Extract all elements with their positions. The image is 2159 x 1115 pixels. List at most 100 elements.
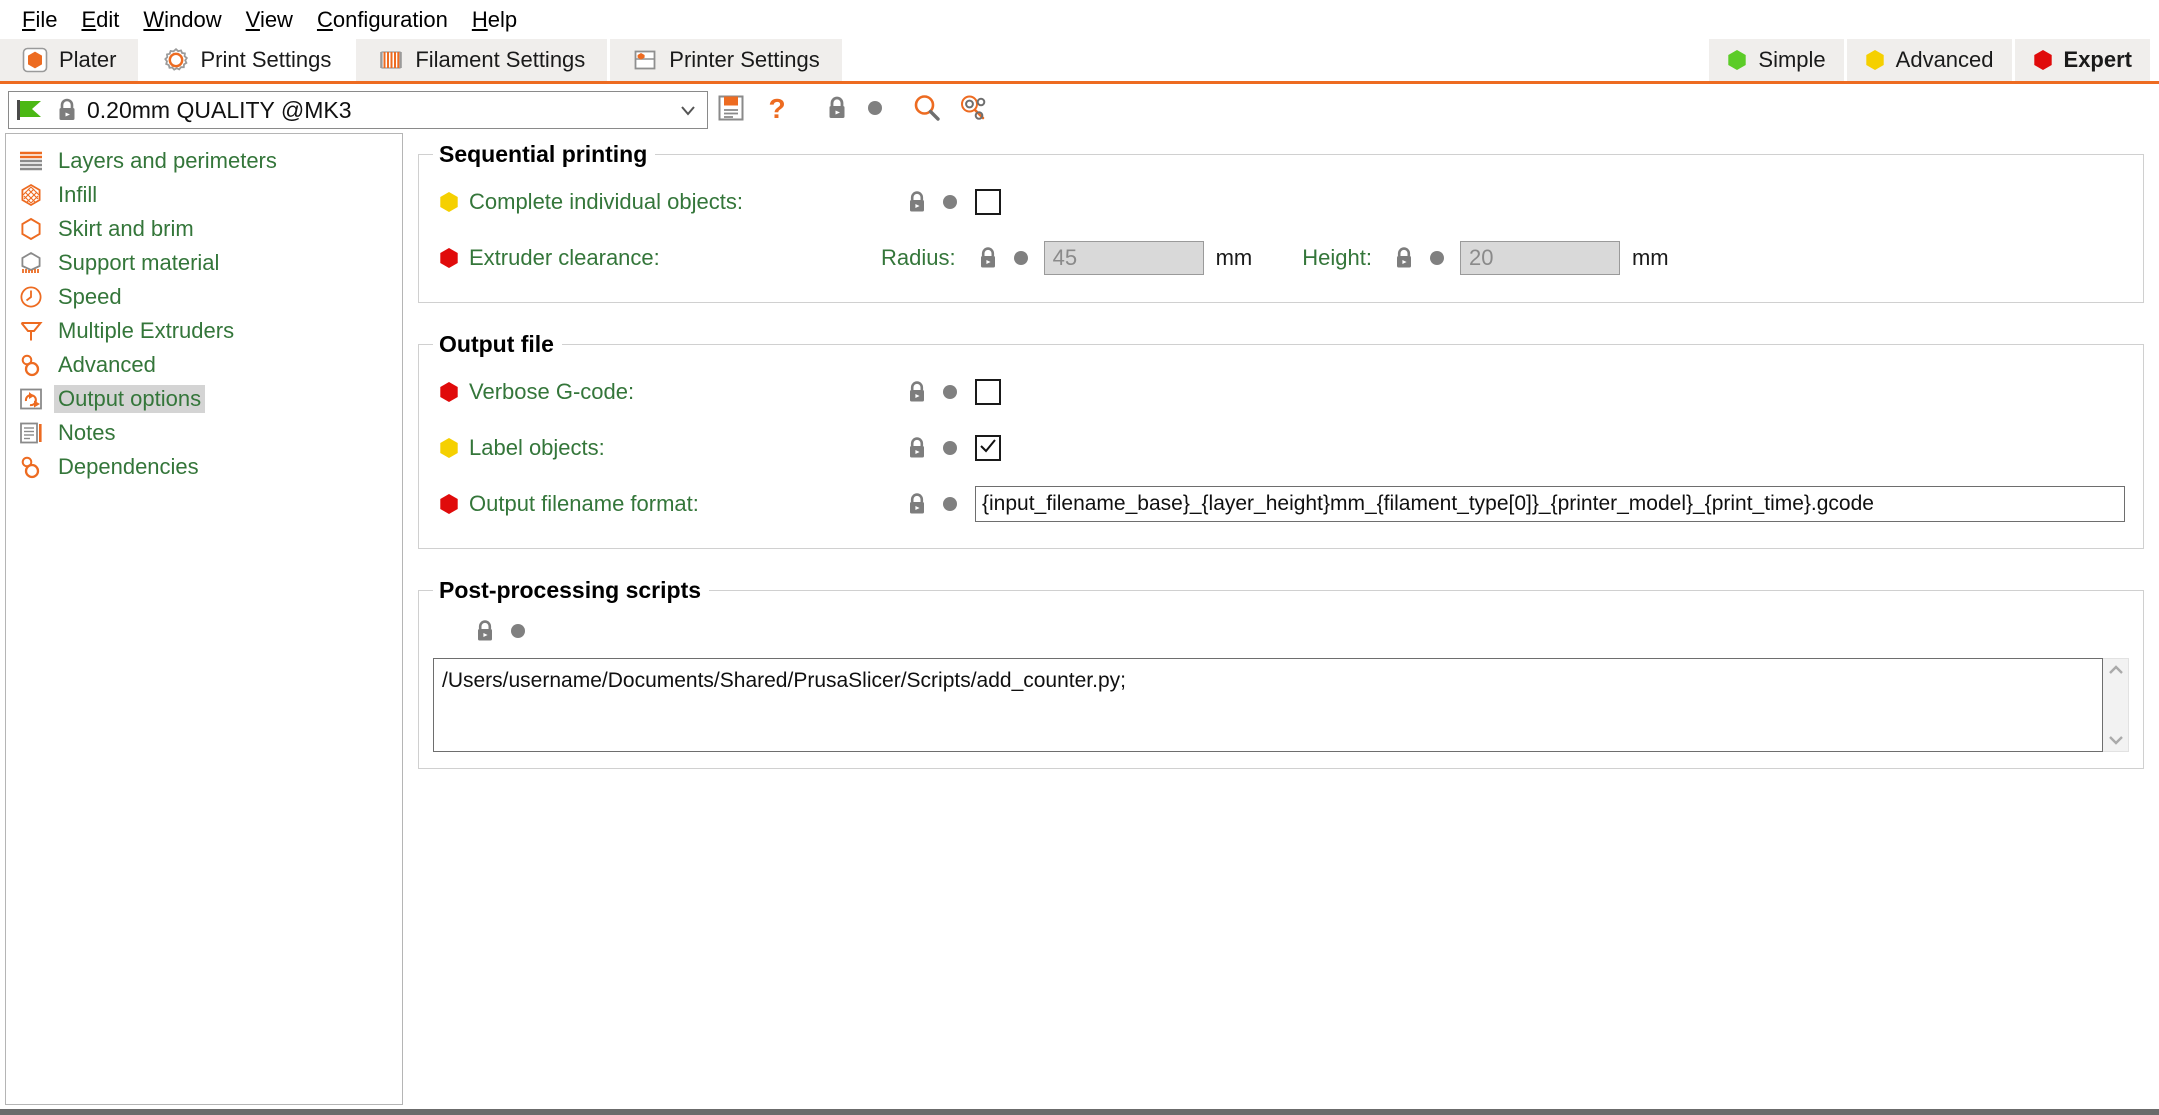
- support-material-icon: [18, 250, 44, 276]
- lock-closed-icon[interactable]: [905, 189, 929, 215]
- sidebar-item-skirt-and-brim[interactable]: Skirt and brim: [6, 212, 402, 246]
- option-label: Extruder clearance:: [469, 245, 660, 270]
- revert-dot-icon: [867, 100, 883, 121]
- sidebar-item-layers-and-perimeters[interactable]: Layers and perimeters: [6, 144, 402, 178]
- extruder-clearance-radius-input[interactable]: [1043, 241, 1204, 275]
- help-button[interactable]: ?: [754, 90, 800, 130]
- lock-revert-group: [1392, 245, 1444, 271]
- save-preset-button[interactable]: [708, 90, 754, 130]
- sidebar-item-notes[interactable]: Notes: [6, 416, 402, 450]
- menu-item-configuration[interactable]: Configuration: [305, 5, 460, 35]
- lock-closed-icon: [825, 94, 849, 127]
- menu-label: indow: [164, 6, 222, 32]
- dependencies-cogs-icon: [18, 454, 44, 480]
- option-row-extruder-clearance: Extruder clearance: Radius: mm Height:: [433, 230, 2129, 286]
- lock-closed-icon[interactable]: [1392, 245, 1416, 271]
- red-hexagon-icon: [439, 381, 459, 403]
- revert-dot-icon[interactable]: [943, 385, 957, 399]
- lock-closed-icon[interactable]: [473, 618, 497, 644]
- radius-label: Radius:: [881, 245, 956, 270]
- sidebar-item-dependencies[interactable]: Dependencies: [6, 450, 402, 484]
- menu-item-view[interactable]: View: [234, 5, 305, 35]
- checkbox-label-objects[interactable]: [975, 435, 1001, 461]
- checkbox-verbose-gcode[interactable]: [975, 379, 1001, 405]
- tab-plater[interactable]: Plater: [0, 39, 142, 81]
- sidebar-item-label: Support material: [58, 250, 220, 275]
- option-row-verbose-gcode: Verbose G-code:: [433, 364, 2129, 420]
- menu-mnemonic: F: [22, 6, 36, 32]
- preset-lock-button[interactable]: [814, 90, 860, 130]
- lock-revert-group: [905, 189, 957, 215]
- mode-expert[interactable]: Expert: [2014, 39, 2153, 81]
- notes-icon: [18, 420, 44, 446]
- sidebar-item-speed[interactable]: Speed: [6, 280, 402, 314]
- preset-combobox[interactable]: 0.20mm QUALITY @MK3: [8, 91, 708, 129]
- menu-label: onfiguration: [332, 6, 448, 32]
- search-magnifier-icon: [911, 92, 943, 129]
- tab-filament-settings[interactable]: Filament Settings: [356, 39, 611, 81]
- preset-revert-button[interactable]: [860, 90, 890, 130]
- extruder-clearance-height-input[interactable]: [1459, 241, 1620, 275]
- sidebar-item-label: Output options: [54, 385, 206, 413]
- mode-simple[interactable]: Simple: [1709, 39, 1847, 81]
- plater-icon: [22, 47, 48, 73]
- menu-item-edit[interactable]: Edit: [69, 5, 131, 35]
- menu-item-file[interactable]: File: [10, 5, 69, 35]
- tab-label: Printer Settings: [669, 47, 820, 72]
- revert-dot-icon[interactable]: [943, 441, 957, 455]
- menu-label: elp: [487, 6, 518, 32]
- sidebar-item-support-material[interactable]: Support material: [6, 246, 402, 280]
- red-hexagon-icon: [439, 493, 459, 515]
- menu-item-help[interactable]: Help: [460, 5, 529, 35]
- lock-revert-group: [905, 491, 957, 517]
- chevron-up-icon[interactable]: [2107, 663, 2125, 677]
- layers-icon: [18, 148, 44, 174]
- option-label: Output filename format:: [469, 491, 699, 516]
- lock-closed-icon[interactable]: [905, 379, 929, 405]
- print-settings-gear-icon: [163, 47, 189, 73]
- option-row-output-filename-format: Output filename format:: [433, 476, 2129, 532]
- chevron-down-icon[interactable]: [677, 99, 699, 121]
- checkbox-complete-individual-objects[interactable]: [975, 189, 1001, 215]
- sidebar-item-advanced[interactable]: Advanced: [6, 348, 402, 382]
- option-label-wrap: Extruder clearance:: [433, 245, 863, 271]
- chevron-down-icon[interactable]: [2107, 733, 2125, 747]
- mode-advanced[interactable]: Advanced: [1846, 39, 2015, 81]
- sidebar-item-infill[interactable]: Infill: [6, 178, 402, 212]
- revert-dot-icon[interactable]: [943, 195, 957, 209]
- menu-mnemonic: H: [471, 6, 488, 32]
- textarea-scrollbar[interactable]: [2103, 658, 2129, 752]
- settings-tree-sidebar[interactable]: Layers and perimeters Infill Skirt and b…: [5, 133, 403, 1105]
- menu-label: iew: [259, 6, 293, 32]
- menu-item-window[interactable]: Window: [131, 5, 233, 35]
- option-label-wrap: Verbose G-code:: [433, 379, 863, 405]
- lock-closed-icon[interactable]: [905, 491, 929, 517]
- revert-dot-icon[interactable]: [943, 497, 957, 511]
- lock-closed-icon[interactable]: [976, 245, 1000, 271]
- output-filename-format-input[interactable]: [975, 486, 2125, 522]
- red-hexagon-icon: [2033, 49, 2053, 71]
- revert-dot-icon[interactable]: [1429, 251, 1444, 265]
- option-label-wrap: Complete individual objects:: [433, 189, 863, 215]
- compare-presets-icon: [957, 92, 989, 129]
- search-button[interactable]: [904, 90, 950, 130]
- compare-presets-button[interactable]: [950, 90, 996, 130]
- sidebar-item-label: Infill: [58, 182, 98, 207]
- tab-print-settings[interactable]: Print Settings: [141, 39, 357, 84]
- menu-mnemonic: V: [245, 6, 260, 32]
- post-processing-scripts-textarea[interactable]: [433, 658, 2103, 752]
- sidebar-item-label: Skirt and brim: [58, 216, 194, 241]
- sidebar-item-label: Advanced: [58, 352, 156, 377]
- sidebar-item-multiple-extruders[interactable]: Multiple Extruders: [6, 314, 402, 348]
- sidebar-item-output-options[interactable]: Output options: [6, 382, 402, 416]
- lock-closed-icon[interactable]: [905, 435, 929, 461]
- tab-printer-settings[interactable]: Printer Settings: [610, 39, 845, 81]
- revert-dot-icon[interactable]: [1013, 251, 1028, 265]
- menu-mnemonic: E: [81, 6, 97, 32]
- sidebar-item-label: Notes: [58, 420, 116, 445]
- option-label-wrap: Label objects:: [433, 435, 863, 461]
- option-row-label-objects: Label objects:: [433, 420, 2129, 476]
- revert-dot-icon[interactable]: [511, 624, 525, 638]
- option-label: Complete individual objects:: [469, 189, 743, 214]
- yellow-hexagon-icon: [439, 191, 459, 213]
